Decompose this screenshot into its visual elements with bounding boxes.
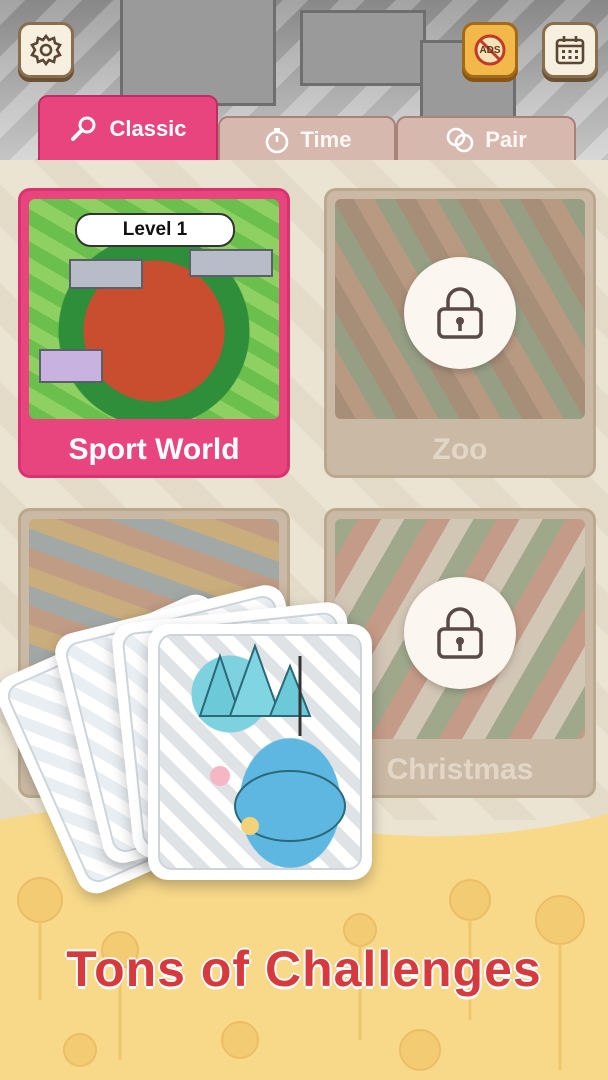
level-title: Zoo (432, 433, 488, 466)
pair-circles-icon (446, 127, 474, 153)
lock-badge (404, 257, 516, 369)
remove-ads-button[interactable]: ADS (462, 22, 518, 78)
tab-label: Classic (109, 116, 187, 141)
level-card-zoo[interactable]: Zoo (324, 188, 596, 478)
gear-icon (30, 33, 62, 67)
level-title: Sport World (68, 433, 240, 466)
tab-label: Pair (485, 127, 527, 152)
stopwatch-icon (265, 128, 288, 154)
tab-label: Time (300, 127, 352, 152)
lock-icon (437, 607, 483, 659)
ads-label: ADS (479, 44, 501, 56)
level-badge: Level 1 (75, 213, 235, 247)
preview-card-front (148, 624, 372, 880)
tab-classic[interactable]: Classic (38, 95, 218, 163)
tab-pair[interactable]: Pair (396, 116, 576, 164)
lock-icon (437, 287, 483, 339)
settings-button[interactable] (18, 22, 74, 78)
tab-time[interactable]: Time (218, 116, 396, 164)
promo-headline: Tons of Challenges (66, 941, 542, 997)
lock-badge (404, 577, 516, 689)
calendar-button[interactable] (542, 22, 598, 78)
magnifier-icon (71, 116, 96, 141)
ice-castle-illustration (198, 643, 346, 842)
calendar-icon (555, 36, 585, 65)
level-card-sport-world[interactable]: Level 1 Sport World (18, 188, 290, 478)
